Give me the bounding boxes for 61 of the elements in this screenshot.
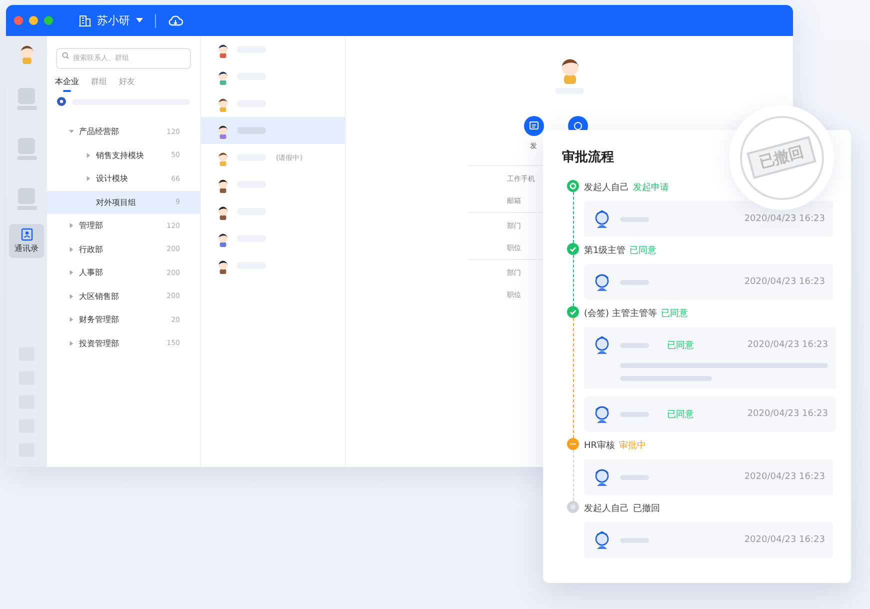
timestamp: 2020/04/23 16:23 bbox=[747, 340, 828, 350]
placeholder-bar bbox=[620, 538, 649, 542]
tree-label: 销售支持模块 bbox=[96, 150, 145, 161]
tree-label: 财务管理部 bbox=[79, 314, 120, 326]
contacts-icon bbox=[20, 228, 32, 241]
step-actor: 第1级主管 bbox=[584, 244, 626, 256]
placeholder-bar bbox=[620, 412, 649, 416]
placeholder-bar bbox=[620, 474, 649, 480]
step-actor: (会签) 主管主管等 bbox=[584, 308, 657, 320]
timestamp: 2020/04/23 16:23 bbox=[744, 535, 825, 545]
maximize-button[interactable] bbox=[44, 16, 53, 25]
caret-icon bbox=[69, 340, 74, 346]
stamp-text: 已撤回 bbox=[746, 136, 816, 179]
caret-icon bbox=[86, 176, 91, 182]
step-status: 已撤回 bbox=[633, 502, 660, 514]
cloud-icon[interactable] bbox=[168, 14, 183, 26]
step-actor: 发起人自己 bbox=[584, 502, 629, 514]
placeholder-bar bbox=[620, 216, 649, 222]
tree-label: 管理部 bbox=[79, 220, 104, 232]
caret-icon bbox=[69, 223, 74, 228]
step-actor: HR审核 bbox=[584, 440, 616, 452]
tree-label: 产品经营部 bbox=[79, 126, 120, 138]
placeholder-bar bbox=[620, 342, 649, 348]
step-actor: 发起人自己 bbox=[584, 182, 629, 194]
minimize-button[interactable] bbox=[29, 16, 38, 25]
placeholder-bar bbox=[237, 127, 266, 134]
caret-icon[interactable] bbox=[136, 18, 143, 23]
entry-status: 已同意 bbox=[667, 340, 694, 352]
contact-row[interactable] bbox=[201, 117, 345, 144]
step-status: 发起申请 bbox=[633, 182, 669, 194]
chat-icon bbox=[528, 121, 538, 131]
placeholder-bar bbox=[620, 280, 649, 284]
rail-item[interactable]: 通讯录 bbox=[9, 224, 44, 258]
caret-icon bbox=[69, 129, 74, 134]
entry-status: 已同意 bbox=[667, 408, 694, 420]
tree-label: 人事部 bbox=[79, 267, 104, 278]
caret-icon bbox=[69, 246, 74, 252]
step-status: 已同意 bbox=[660, 308, 688, 320]
timestamp: 2020/04/23 16:23 bbox=[744, 472, 825, 482]
caret-icon bbox=[69, 294, 74, 299]
timestamp: 2020/04/23 16:23 bbox=[744, 214, 825, 224]
building-icon bbox=[79, 14, 91, 26]
tree-label: 大区销售部 bbox=[79, 290, 120, 302]
step-status: 已同意 bbox=[630, 244, 657, 256]
tree-label: 对外项目组 bbox=[96, 196, 137, 208]
caret-icon bbox=[69, 317, 74, 322]
tab[interactable]: 本企业 bbox=[55, 76, 79, 91]
timestamp: 2020/04/23 16:23 bbox=[747, 409, 828, 419]
search-icon bbox=[62, 52, 69, 59]
timestamp: 2020/04/23 16:23 bbox=[744, 277, 825, 287]
caret-icon bbox=[86, 152, 91, 158]
tree-label: 设计模块 bbox=[96, 173, 129, 184]
dialog-title: 审批流程 bbox=[562, 148, 614, 166]
step-status: 审批中 bbox=[619, 440, 646, 452]
caret-icon bbox=[69, 270, 74, 276]
close-button[interactable] bbox=[14, 16, 23, 25]
window-title: 苏小研 bbox=[97, 13, 130, 28]
company-icon bbox=[57, 97, 66, 106]
tree-label: 投资管理部 bbox=[79, 338, 120, 349]
tree-label: 行政部 bbox=[79, 244, 104, 255]
message-button[interactable] bbox=[524, 116, 544, 136]
